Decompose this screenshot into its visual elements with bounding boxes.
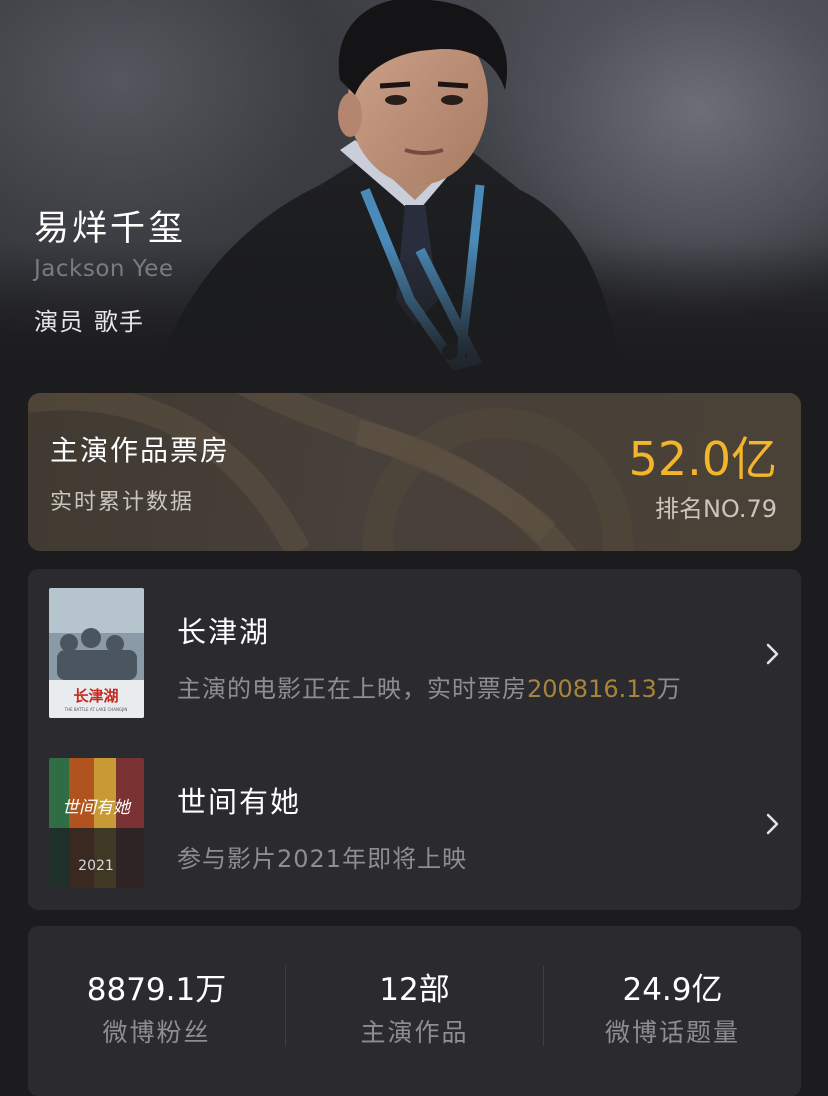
movie-description: 参与影片2021年即将上映 [177,845,468,873]
movie-row-shijian-youta[interactable]: 世间有她 2021 世间有她 参与影片2021年即将上映 [28,739,801,909]
artist-name: 易烊千玺 [34,209,187,249]
svg-text:THE BATTLE AT LAKE CHANGJIN: THE BATTLE AT LAKE CHANGJIN [64,707,128,712]
chevron-right-icon [766,643,779,665]
svg-text:世间有她: 世间有她 [62,798,132,818]
movie-poster: 世间有她 2021 [49,758,144,888]
artist-english-name: Jackson Yee [34,256,174,282]
box-office-subtitle: 实时累计数据 [50,490,195,515]
role-tag: 歌手 [94,308,144,336]
stats-card: 8879.1万 微博粉丝 12部 主演作品 24.9亿 微博话题量 [28,926,801,1096]
stat-weibo-topic-count[interactable]: 24.9亿 微博话题量 [544,926,801,1056]
stat-lead-works[interactable]: 12部 主演作品 [286,926,543,1056]
stat-value: 8879.1万 [86,972,227,1008]
movie-title: 长津湖 [177,615,271,649]
live-box-office-value: 200816.13 [527,675,657,703]
stat-value: 24.9亿 [622,972,723,1008]
box-office-rank: 排名NO.79 [654,495,777,523]
box-office-card[interactable]: 主演作品票房 实时累计数据 52.0亿 排名NO.79 [28,393,801,551]
stat-value: 12部 [379,972,450,1008]
stat-label: 主演作品 [360,1018,469,1047]
box-office-total: 52.0亿 [628,432,777,486]
stat-label: 微博话题量 [604,1018,740,1047]
movie-title: 世间有她 [177,785,302,819]
movie-description: 主演的电影正在上映，实时票房200816.13万 [177,675,682,703]
chevron-right-icon [766,813,779,835]
stat-label: 微博粉丝 [102,1018,211,1047]
svg-text:长津湖: 长津湖 [73,687,118,705]
stat-weibo-followers[interactable]: 8879.1万 微博粉丝 [28,926,285,1056]
svg-text:2021: 2021 [78,858,114,874]
profile-header: 易烊千玺 Jackson Yee 演员 歌手 [0,0,828,392]
movie-row-changjin-lake[interactable]: 长津湖 THE BATTLE AT LAKE CHANGJIN 长津湖 主演的电… [28,569,801,739]
role-tag: 演员 [34,308,84,336]
box-office-title: 主演作品票房 [50,434,231,467]
movies-list: 长津湖 THE BATTLE AT LAKE CHANGJIN 长津湖 主演的电… [28,569,801,910]
artist-roles: 演员 歌手 [34,302,144,337]
movie-poster: 长津湖 THE BATTLE AT LAKE CHANGJIN [49,588,144,718]
